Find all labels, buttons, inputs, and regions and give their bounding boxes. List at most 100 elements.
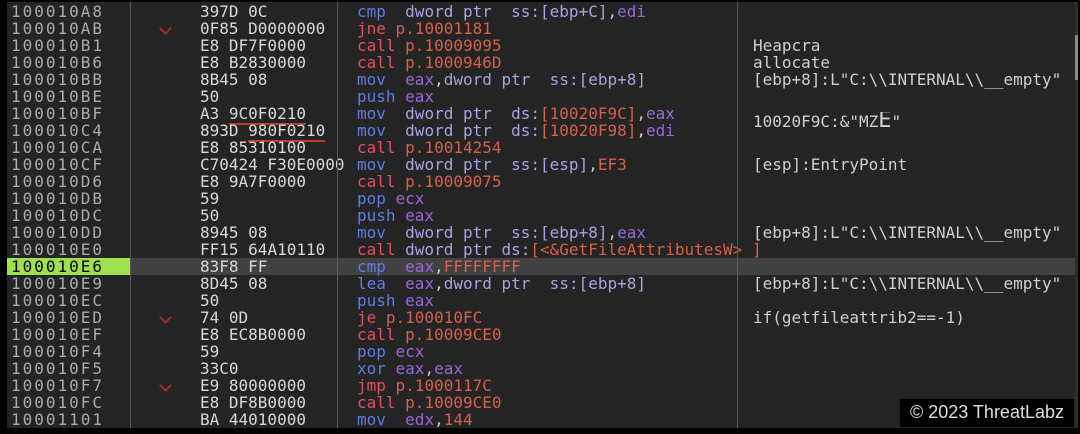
disassembly-cell[interactable]: push eax <box>350 207 745 224</box>
disasm-row[interactable]: 100010DC50push eax <box>7 207 1078 224</box>
bytes-cell[interactable]: E8 DF8B0000 <box>193 394 350 411</box>
address-cell[interactable]: 100010E0 <box>7 241 130 258</box>
address-cell[interactable]: 100010D6 <box>7 173 130 190</box>
disasm-row[interactable]: 100010BE 50push eax <box>7 88 1078 105</box>
disassembly-cell[interactable]: cmp dword ptr ss:[ebp+C],edi <box>350 3 745 20</box>
bytes-cell[interactable]: C70424 F30E0000 <box>193 156 350 173</box>
bytes-cell[interactable]: BA 44010000 <box>193 411 350 428</box>
bytes-cell[interactable]: 83F8 FF <box>193 258 350 275</box>
disassembly-cell[interactable]: mov edx,144 <box>350 411 745 428</box>
comment-cell[interactable] <box>745 88 1078 105</box>
disassembly-cell[interactable]: call p.10009095 <box>350 37 745 54</box>
address-cell[interactable]: 100010CA <box>7 139 130 156</box>
address-cell[interactable]: 100010F7 <box>7 377 130 394</box>
comment-cell[interactable]: if(getfileattrib2==-1) <box>745 309 1078 326</box>
disassembly-cell[interactable]: jne p.10001181 <box>350 20 745 37</box>
bytes-cell[interactable]: 59 <box>193 190 350 207</box>
disassembly-cell[interactable]: mov dword ptr ss:[esp],EF3 <box>350 156 745 173</box>
address-cell[interactable]: 100010DD <box>7 224 130 241</box>
bytes-cell[interactable]: FF15 64A10110 <box>193 241 350 258</box>
address-cell[interactable]: 100010BE <box>7 88 130 105</box>
disasm-row[interactable]: 100010B6 E8 B2830000call p.1000946Dalloca… <box>7 54 1078 71</box>
address-cell[interactable]: 100010B6 <box>7 54 130 71</box>
bytes-cell[interactable]: E8 B2830000 <box>193 54 350 71</box>
bytes-cell[interactable]: 59 <box>193 343 350 360</box>
disasm-row[interactable]: 100010EF E8 EC8B0000call p.10009CE0 <box>7 326 1078 343</box>
bytes-cell[interactable]: 397D 0C <box>193 3 350 20</box>
disasm-row[interactable]: 100010BF A3 9C0F0210mov dword ptr ds:[100… <box>7 105 1078 122</box>
address-cell[interactable]: 100010DC <box>7 207 130 224</box>
bytes-cell[interactable]: E8 EC8B0000 <box>193 326 350 343</box>
disassembly-cell[interactable]: mov dword ptr ss:[ebp+8],eax <box>350 224 745 241</box>
comment-cell[interactable] <box>745 139 1078 156</box>
comment-cell[interactable] <box>745 360 1078 377</box>
disassembly-cell[interactable]: mov eax,dword ptr ss:[ebp+8] <box>350 71 745 88</box>
disasm-row[interactable]: 100010F4 59pop ecx <box>7 343 1078 360</box>
bytes-cell[interactable]: E8 9A7F0000 <box>193 173 350 190</box>
disasm-row[interactable]: 100010EC50push eax <box>7 292 1078 309</box>
disasm-row[interactable]: 100010CF C70424 F30E0000mov dword ptr ss:… <box>7 156 1078 173</box>
disasm-row[interactable]: 100010CAE8 85310100call p.10014254 <box>7 139 1078 156</box>
disassembly-cell[interactable]: lea eax,dword ptr ss:[ebp+8] <box>350 275 745 292</box>
comment-cell[interactable] <box>745 258 1078 275</box>
address-cell[interactable]: 100010DB <box>7 190 130 207</box>
bytes-cell[interactable]: E9 80000000 <box>193 377 350 394</box>
disassembly-cell[interactable]: call p.1000946D <box>350 54 745 71</box>
comment-cell[interactable] <box>745 241 1078 258</box>
address-cell[interactable]: 100010EC <box>7 292 130 309</box>
scrollbar-thumb[interactable] <box>1075 35 1078 80</box>
disassembly-cell[interactable]: mov dword ptr ds:[10020F9C],eax <box>350 105 745 122</box>
disassembly-cell[interactable]: call p.10009075 <box>350 173 745 190</box>
bytes-cell[interactable]: 893D 980F0210 <box>193 122 350 139</box>
disasm-row[interactable]: 100010E6 83F8 FFcmp eax,FFFFFFFF <box>7 258 1078 275</box>
disasm-row[interactable]: 100010DD 8945 08mov dword ptr ss:[ebp+8],… <box>7 224 1078 241</box>
disassembly-cell[interactable]: cmp eax,FFFFFFFF <box>350 258 745 275</box>
disassembly-cell[interactable]: push eax <box>350 88 745 105</box>
address-cell[interactable]: 100010AB <box>7 20 130 37</box>
disassembly-cell[interactable]: call dword ptr ds:[<&GetFileAttributesW>… <box>350 241 745 258</box>
disassembly-cell[interactable]: pop ecx <box>350 190 745 207</box>
comment-cell[interactable]: [ebp+8]:L"C:\\INTERNAL\\__empty" <box>745 71 1078 88</box>
disassembly-cell[interactable]: pop ecx <box>350 343 745 360</box>
address-cell[interactable]: 100010CF <box>7 156 130 173</box>
address-cell[interactable]: 100010FC <box>7 394 130 411</box>
bytes-cell[interactable]: 50 <box>193 292 350 309</box>
disassembly-cell[interactable]: jmp p.1000117C <box>350 377 745 394</box>
comment-cell[interactable] <box>745 343 1078 360</box>
disassembly-cell[interactable]: call p.10009CE0 <box>350 326 745 343</box>
comment-cell[interactable] <box>745 190 1078 207</box>
disasm-row[interactable]: 100010B1E8 DF7F0000call p.10009095Heapcr… <box>7 37 1078 54</box>
disasm-row[interactable]: 100010E9 8D45 08lea eax,dword ptr ss:[ebp… <box>7 275 1078 292</box>
disasm-row[interactable]: 100010DB 59pop ecx <box>7 190 1078 207</box>
address-cell[interactable]: 100010E9 <box>7 275 130 292</box>
disasm-row[interactable]: 100010E0 FF15 64A10110call dword ptr ds:[… <box>7 241 1078 258</box>
address-cell[interactable]: 100010F4 <box>7 343 130 360</box>
comment-cell[interactable]: allocate <box>745 54 1078 71</box>
disassembly-cell[interactable]: mov dword ptr ds:[10020F98],edi <box>350 122 745 139</box>
comment-cell[interactable]: Heapcra <box>745 37 1078 54</box>
disasm-row[interactable]: 100010C4893D 980F0210mov dword ptr ds:[1… <box>7 122 1078 139</box>
comment-cell[interactable] <box>745 20 1078 37</box>
bytes-cell[interactable]: 8D45 08 <box>193 275 350 292</box>
bytes-cell[interactable]: A3 9C0F0210 <box>193 105 350 122</box>
disasm-row[interactable]: 100010F533C0xor eax,eax <box>7 360 1078 377</box>
comment-cell[interactable]: [esp]:EntryPoint <box>745 156 1078 173</box>
disasm-row[interactable]: 100010D6 E8 9A7F0000call p.10009075 <box>7 173 1078 190</box>
address-cell[interactable]: 100010BF <box>7 105 130 122</box>
address-cell[interactable]: 100010A8 <box>7 3 130 20</box>
disassembly-cell[interactable]: call p.10014254 <box>350 139 745 156</box>
disassembly-cell[interactable]: xor eax,eax <box>350 360 745 377</box>
disasm-row[interactable]: 100010A8 397D 0Ccmp dword ptr ss:[ebp+C],… <box>7 3 1078 20</box>
address-cell[interactable]: 100010E6 <box>7 258 130 275</box>
address-cell[interactable]: 100010BB <box>7 71 130 88</box>
address-cell[interactable]: 100010F5 <box>7 360 130 377</box>
disasm-row[interactable]: 100010F7 E9 80000000jmp p.1000117C <box>7 377 1078 394</box>
scrollbar-track[interactable] <box>1075 2 1078 428</box>
disasm-row[interactable]: 100010BB8B45 08mov eax,dword ptr ss:[ebp… <box>7 71 1078 88</box>
comment-cell[interactable] <box>745 207 1078 224</box>
bytes-cell[interactable]: 8945 08 <box>193 224 350 241</box>
address-cell[interactable]: 100010EF <box>7 326 130 343</box>
address-cell[interactable]: 10001101 <box>7 411 130 428</box>
bytes-cell[interactable]: 50 <box>193 88 350 105</box>
address-cell[interactable]: 100010ED <box>7 309 130 326</box>
